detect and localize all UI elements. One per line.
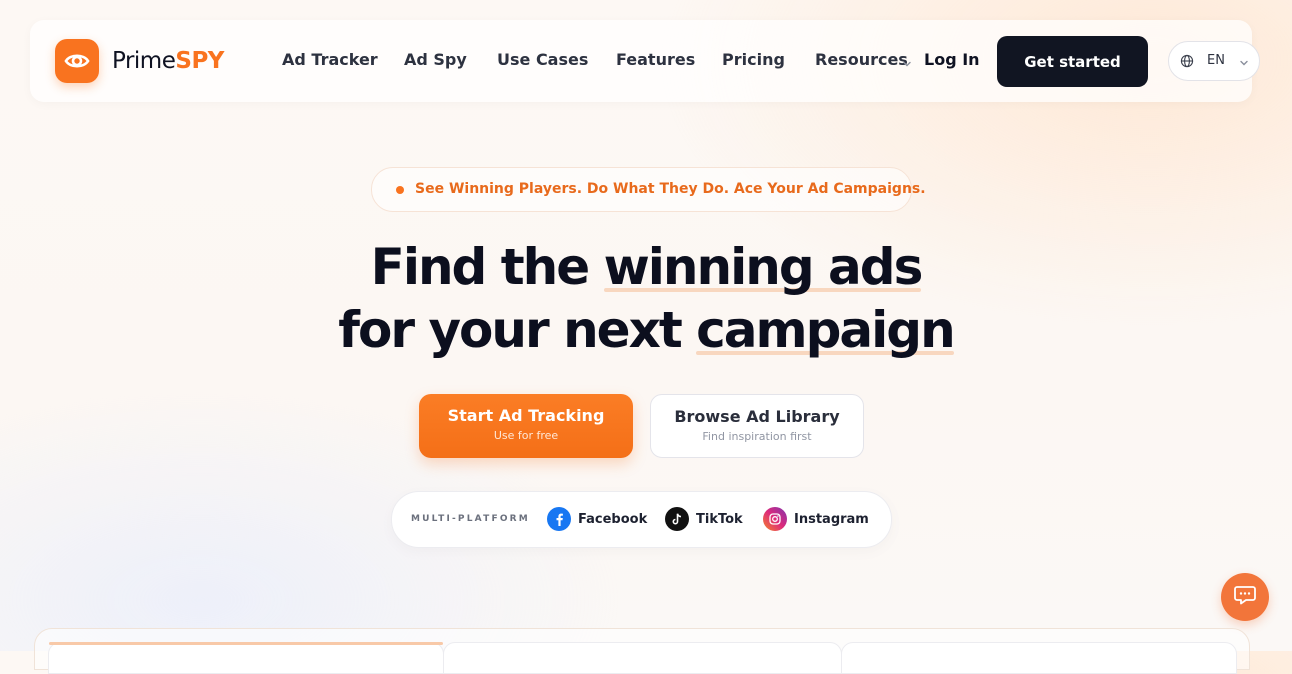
nav-item-features[interactable]: Features: [616, 50, 695, 69]
hero-heading-highlight-1: winning ads: [603, 238, 923, 296]
chevron-down-icon: [1239, 57, 1249, 72]
brand-name: PrimeSPY: [112, 48, 224, 74]
status-dot-icon: [396, 186, 404, 194]
facebook-icon: [547, 507, 571, 531]
platform-facebook-label: Facebook: [578, 511, 648, 527]
browse-ad-library-label: Browse Ad Library: [674, 407, 840, 426]
hero-heading-line-2: for your next campaign: [0, 301, 1292, 359]
hero-heading-highlight-2: campaign: [696, 301, 956, 359]
browse-ad-library-sub: Find inspiration first: [702, 430, 812, 443]
preview-panel: [34, 628, 1250, 674]
tagline-pill: See Winning Players. Do What They Do. Ac…: [371, 167, 926, 212]
nav-item-resources[interactable]: Resources: [815, 50, 908, 69]
start-ad-tracking-label: Start Ad Tracking: [447, 406, 605, 425]
brand-logo[interactable]: PrimeSPY: [55, 39, 224, 83]
brand-name-prime: Prime: [112, 48, 176, 74]
globe-icon: [1180, 54, 1194, 72]
login-link[interactable]: Log In: [924, 50, 980, 69]
platform-tiktok[interactable]: TikTok: [665, 507, 743, 531]
platform-facebook[interactable]: Facebook: [547, 507, 647, 531]
tagline-text: See Winning Players. Do What They Do. Ac…: [415, 181, 926, 197]
platform-instagram-label: Instagram: [794, 511, 869, 527]
hero-heading-plain-2: for your next: [338, 301, 697, 359]
start-ad-tracking-button[interactable]: Start Ad Tracking Use for free: [419, 394, 633, 458]
hero-heading-line-1: Find the winning ads: [0, 238, 1292, 296]
nav-item-use-cases[interactable]: Use Cases: [497, 50, 588, 69]
platforms-bar: MULTI-PLATFORM Facebook TikTok Instagram: [391, 491, 892, 548]
nav-item-ad-spy[interactable]: Ad Spy: [404, 50, 467, 69]
nav-item-ad-tracker[interactable]: Ad Tracker: [282, 50, 378, 69]
tiktok-icon: [665, 507, 689, 531]
language-code: EN: [1207, 53, 1225, 68]
chevron-down-icon[interactable]: [902, 54, 912, 73]
instagram-icon: [763, 507, 787, 531]
preview-card: [443, 642, 842, 674]
get-started-button[interactable]: Get started: [997, 36, 1148, 87]
start-ad-tracking-sub: Use for free: [493, 429, 559, 442]
preview-card: [841, 642, 1237, 674]
brand-name-spy: SPY: [175, 48, 224, 74]
browse-ad-library-button[interactable]: Browse Ad Library Find inspiration first: [650, 394, 864, 458]
chat-icon: [1234, 585, 1256, 609]
language-selector[interactable]: EN: [1168, 41, 1260, 81]
platform-instagram[interactable]: Instagram: [763, 507, 869, 531]
nav-item-pricing[interactable]: Pricing: [722, 50, 785, 69]
platform-tiktok-label: TikTok: [696, 511, 743, 527]
platforms-label: MULTI-PLATFORM: [411, 514, 530, 524]
eye-logo-icon: [55, 39, 99, 83]
preview-card: [48, 642, 444, 674]
hero-heading-plain-1: Find the: [370, 238, 604, 296]
preview-card-accent-bar: [49, 642, 443, 645]
top-navbar: PrimeSPY Ad Tracker Ad Spy Use Cases Fea…: [30, 20, 1260, 102]
chat-button[interactable]: [1221, 573, 1269, 621]
